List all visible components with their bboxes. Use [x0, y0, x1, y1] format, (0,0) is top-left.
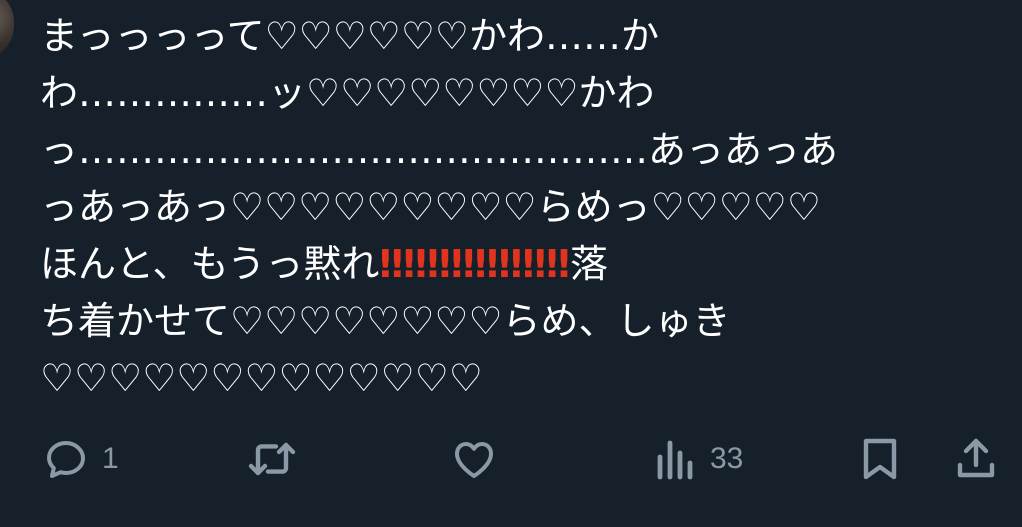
- tweet-text: まっっっって♡♡♡♡♡♡かわ……か わ……………ッ♡♡♡♡♡♡♡♡かわ っ…………: [40, 8, 980, 407]
- double-exclamation-icon: ‼: [403, 242, 427, 286]
- avatar[interactable]: [0, 0, 14, 60]
- share-button[interactable]: [954, 435, 998, 483]
- tweet-line-5-tail: 落: [569, 242, 608, 286]
- reply-count: 1: [102, 442, 119, 475]
- double-exclamation-icon: ‼: [474, 242, 499, 286]
- double-exclamation-icon: ‼: [522, 242, 547, 286]
- retweet-icon: [246, 435, 298, 483]
- tweet-line-2: わ……………ッ♡♡♡♡♡♡♡♡かわ: [40, 71, 655, 115]
- share-icon: [954, 435, 998, 483]
- retweet-button[interactable]: [246, 435, 298, 483]
- double-exclamation-icon: ‼: [427, 242, 451, 286]
- bookmark-icon: [858, 435, 902, 483]
- like-icon: [450, 435, 498, 483]
- views-icon: [654, 435, 698, 483]
- tweet-line-6: ち着かせて♡♡♡♡♡♡♡♡らめ、しゅき: [40, 299, 731, 343]
- double-exclamation-icon: ‼: [379, 242, 404, 286]
- reply-icon: [42, 435, 90, 483]
- tweet-line-5: ほんと、もうっ黙れ‼‼‼‼‼‼‼‼落: [40, 236, 980, 293]
- tweet-line-7: ♡♡♡♡♡♡♡♡♡♡♡♡♡: [40, 356, 483, 400]
- tweet-action-bar: 1 33: [0, 425, 1022, 495]
- tweet-line-4: っあっあっ♡♡♡♡♡♡♡♡♡らめっ♡♡♡♡♡: [40, 185, 821, 229]
- like-button[interactable]: [450, 435, 498, 483]
- double-exclamation-icon: ‼: [450, 242, 475, 286]
- bookmark-button[interactable]: [858, 435, 902, 483]
- views-button[interactable]: 33: [654, 435, 743, 483]
- tweet-line-1: まっっっって♡♡♡♡♡♡かわ……か: [40, 14, 659, 58]
- views-count: 33: [710, 442, 744, 475]
- double-exclamation-icon: ‼: [498, 242, 523, 286]
- tweet-line-3: っ………………………………………あっあっあ: [40, 128, 839, 172]
- double-exclamation-icon: ‼: [546, 242, 570, 286]
- tweet-line-5-text: ほんと、もうっ黙れ: [40, 242, 380, 286]
- reply-button[interactable]: 1: [42, 435, 119, 483]
